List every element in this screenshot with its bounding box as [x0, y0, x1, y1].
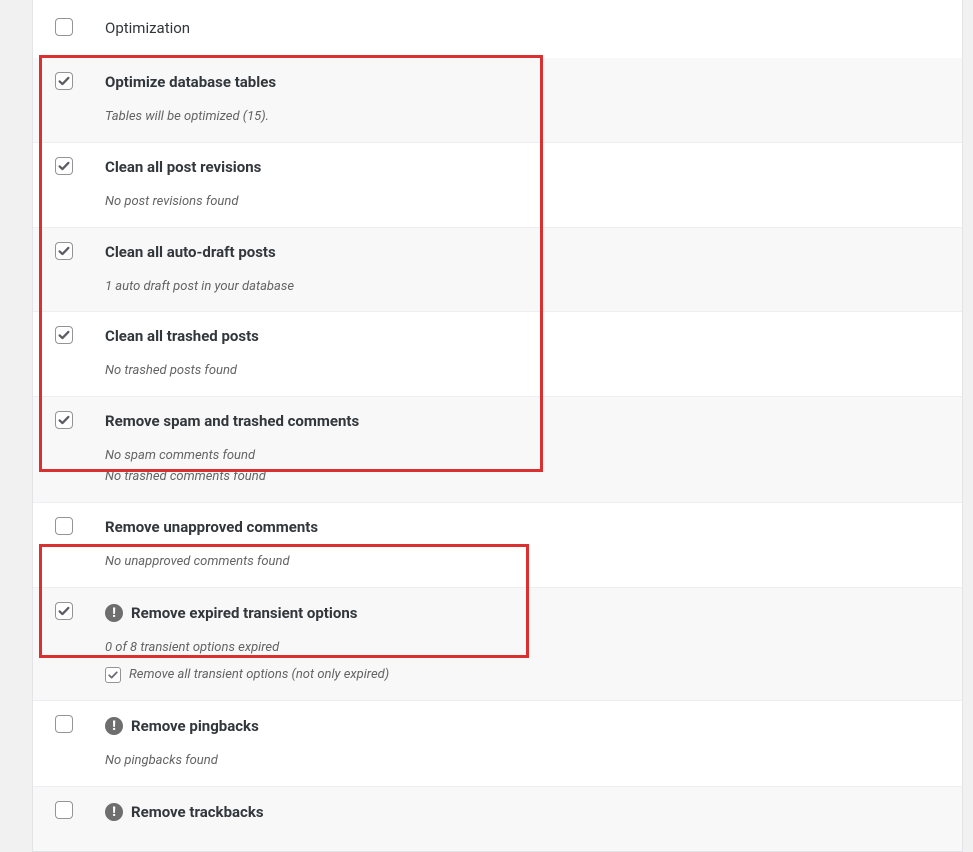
item-title-text: Optimize database tables — [105, 73, 276, 91]
optimization-row: ! Remove trackbacks — [33, 786, 962, 852]
item-title-text: Clean all trashed posts — [105, 327, 259, 345]
select-all-checkbox[interactable] — [55, 18, 73, 36]
optimization-row: Clean all trashed posts No trashed posts … — [33, 311, 962, 396]
item-checkbox[interactable] — [55, 411, 73, 429]
item-title: Remove unapproved comments — [105, 518, 318, 536]
item-title-text: Clean all auto-draft posts — [105, 243, 276, 261]
header-title: Optimization — [105, 19, 190, 37]
item-checkbox[interactable] — [55, 517, 73, 535]
item-description: No post revisions found — [105, 192, 942, 213]
item-description: 1 auto draft post in your database — [105, 277, 942, 298]
sub-option-checkbox[interactable] — [105, 667, 121, 683]
item-title-text: Remove pingbacks — [131, 717, 259, 735]
item-description: No trashed posts found — [105, 361, 942, 382]
item-description: Tables will be optimized (15). — [105, 107, 942, 128]
optimization-row: Optimize database tables Tables will be o… — [33, 58, 962, 142]
optimization-row: Clean all post revisions No post revision… — [33, 142, 962, 227]
item-checkbox[interactable] — [55, 242, 73, 260]
item-title-text: Remove unapproved comments — [105, 518, 318, 536]
item-checkbox[interactable] — [55, 602, 73, 620]
warning-icon: ! — [105, 717, 123, 735]
item-description: No trashed comments found — [105, 467, 942, 488]
item-title-text: Remove trackbacks — [131, 803, 264, 821]
item-title: Remove spam and trashed comments — [105, 412, 359, 430]
item-title: Clean all post revisions — [105, 158, 261, 176]
sub-option: Remove all transient options (not only e… — [105, 665, 942, 686]
item-checkbox[interactable] — [55, 801, 73, 819]
item-description: 0 of 8 transient options expired — [105, 638, 942, 659]
item-title-text: Remove expired transient options — [131, 604, 357, 622]
optimization-row: Clean all auto-draft posts 1 auto draft p… — [33, 227, 962, 312]
item-title-text: Remove spam and trashed comments — [105, 412, 359, 430]
header-row: Optimization — [33, 0, 962, 58]
optimization-panel: Optimization Optimize database tables Tab… — [32, 0, 963, 852]
warning-icon: ! — [105, 604, 123, 622]
item-checkbox[interactable] — [55, 157, 73, 175]
item-title: Clean all auto-draft posts — [105, 243, 276, 261]
sub-option-label: Remove all transient options (not only e… — [129, 665, 389, 686]
optimization-row: !Remove pingbacksNo pingbacks found — [33, 700, 962, 786]
optimization-row: ! Remove expired transient options 0 of 8 … — [33, 587, 962, 700]
item-title: ! Remove trackbacks — [105, 803, 264, 821]
warning-icon: ! — [105, 803, 123, 821]
optimization-row: Remove spam and trashed comments No spam … — [33, 396, 962, 502]
item-checkbox[interactable] — [55, 715, 73, 733]
item-checkbox[interactable] — [55, 72, 73, 90]
item-description: No unapproved comments found — [105, 552, 942, 573]
item-title: Clean all trashed posts — [105, 327, 259, 345]
item-checkbox[interactable] — [55, 326, 73, 344]
item-title-text: Clean all post revisions — [105, 158, 261, 176]
optimization-row: Remove unapproved comments No unapproved … — [33, 502, 962, 587]
item-title: Optimize database tables — [105, 73, 276, 91]
item-title: ! Remove expired transient options — [105, 604, 357, 622]
item-description: No spam comments found — [105, 446, 942, 467]
item-title: ! Remove pingbacks — [105, 717, 259, 735]
